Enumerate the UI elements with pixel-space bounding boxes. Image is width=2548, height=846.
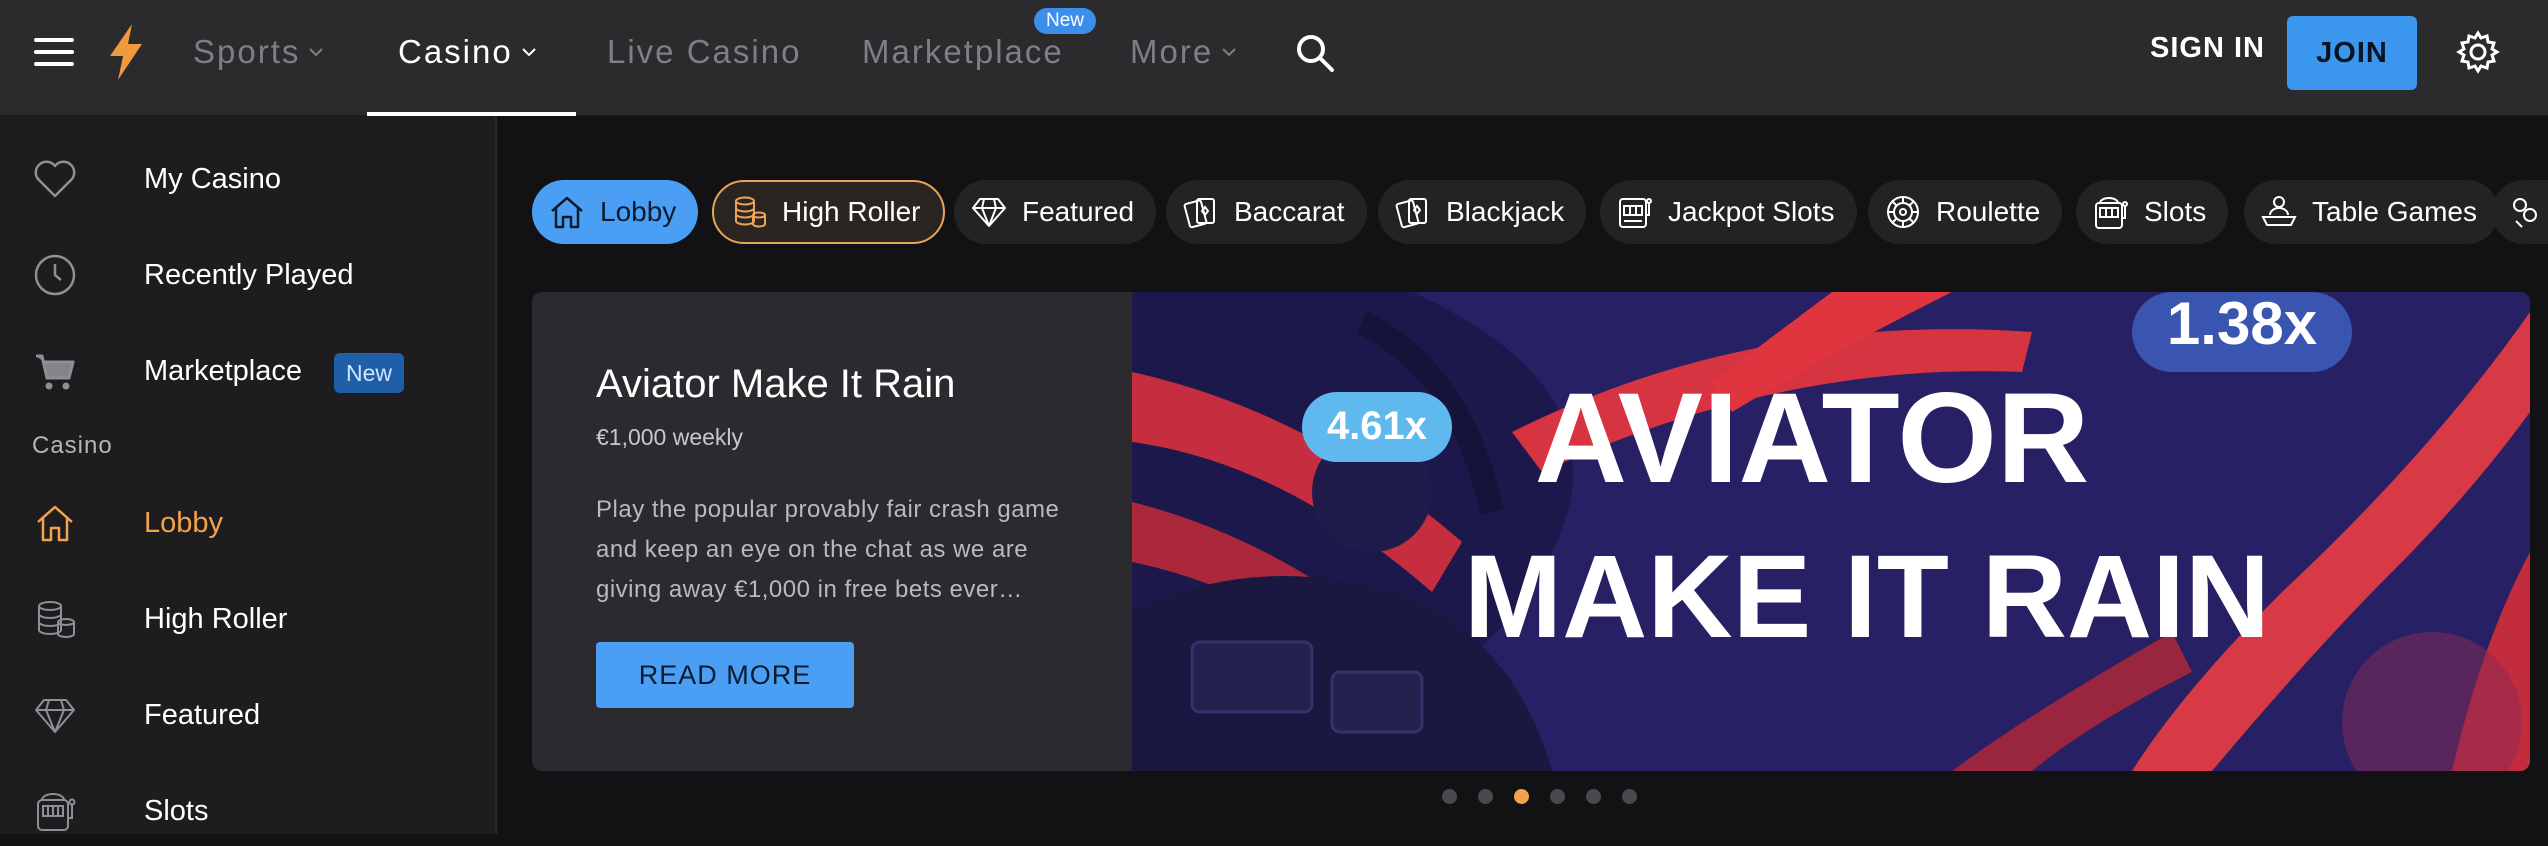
carousel-dot[interactable] [1478,789,1493,804]
category-pill-label: Slots [2144,196,2207,227]
sidebar-item-lobby[interactable]: Lobby [0,488,495,558]
carousel-dot[interactable] [1622,789,1637,804]
sidebar-item-featured[interactable]: Featured [0,680,495,750]
carousel-dot-active[interactable] [1514,789,1529,804]
multiplier-b-text: 1.38x [2167,292,2317,357]
category-pill-label: Featured [1022,196,1135,227]
category-pill-roulette[interactable]: Roulette [1868,180,2063,244]
sidebar-item-label: Recently Played [144,258,354,291]
nav-casino[interactable]: Casino [398,28,537,76]
diamond-icon [35,699,75,733]
top-bar: Sports Casino Live Casino Marketplace Ne… [0,0,2548,116]
category-pill-featured[interactable]: Featured [954,180,1157,244]
category-pill-label: Roulette [1936,196,2041,227]
nav-live-casino-label: Live Casino [607,33,802,70]
promo-description: Play the popular provably fair crash gam… [596,496,1060,603]
new-badge: New [334,353,405,393]
carousel-dots [1442,789,1637,804]
nav-sports[interactable]: Sports [193,28,324,76]
category-pill-lobby[interactable]: Lobby [532,180,699,244]
nav-more[interactable]: More [1130,28,1237,76]
cards-icon [1183,198,1215,229]
category-pill-more[interactable] [2492,180,2548,244]
sidebar-item-label: Lobby [144,506,224,539]
aviator-banner-art: 4.61x 1.38x AVIATOR MAKE IT RAIN [1132,292,2530,771]
sidebar-item-label: Marketplace [144,354,302,387]
category-pill-label: Blackjack [1446,196,1565,227]
lightning-logo-icon[interactable] [106,24,146,80]
promo-card[interactable]: Aviator Make It Rain €1,000 weekly Play … [532,292,2530,771]
home-icon [37,505,73,542]
category-pill-slots[interactable]: Slots [2076,180,2229,244]
category-pill-label: High Roller [782,196,921,227]
roulette-icon [1887,196,1919,228]
sidebar-item-marketplace[interactable]: Marketplace [0,336,495,406]
carousel-dot[interactable] [1586,789,1601,804]
sidebar-item-slots[interactable]: Slots [0,776,495,846]
nav-marketplace-label: Marketplace [862,33,1064,70]
join-button[interactable]: JOIN [2287,16,2417,90]
multiplier-a-text: 4.61x [1327,404,1427,448]
coins-icon [38,601,75,638]
category-pill-label: Jackpot Slots [1668,196,1835,227]
home-icon [551,196,583,229]
cart-icon [36,354,75,390]
search-icon[interactable] [1294,32,1336,74]
menu-icon[interactable] [34,36,74,68]
sidebar-item-label: Featured [144,698,261,731]
chevron-down-icon [1222,48,1236,57]
category-pill-label: Lobby [600,196,677,227]
sidebar-item-label: My Casino [144,162,281,195]
sidebar-section-casino: Casino [32,432,113,459]
banner-headline-line1: AVIATOR [1535,367,2090,510]
clock-icon [34,254,76,296]
sidebar-item-high-roller[interactable]: High Roller [0,584,495,654]
read-more-button[interactable]: READ MORE [596,642,854,708]
chevron-down-icon [309,48,324,57]
nav-live-casino[interactable]: Live Casino [607,28,801,76]
nav-sports-label: Sports [193,33,301,70]
heart-icon [34,160,76,198]
category-pill-high-roller[interactable]: High Roller [712,180,945,244]
carousel-dot[interactable] [1550,789,1565,804]
sidebar-item-recently-played[interactable]: Recently Played [0,240,495,310]
nav-casino-label: Casino [398,33,513,70]
promo-title: Aviator Make It Rain [596,362,956,406]
sign-in-button[interactable]: SIGN IN [2150,32,2265,65]
coins-icon [735,196,766,228]
nav-more-label: More [1130,33,1214,70]
slot-machine-icon [37,793,76,831]
promo-subtitle: €1,000 weekly [596,424,744,450]
more-category-icon [2513,198,2537,228]
sidebar: My Casino Recently Played Marketplace Ne… [0,116,497,834]
diamond-icon [972,198,1006,227]
cards-icon [1395,198,1427,229]
new-badge: New [1034,8,1097,34]
category-pill-label: Table Games [2312,196,2477,227]
category-pill-baccarat[interactable]: Baccarat [1166,180,1367,244]
promo-text-panel: Aviator Make It Rain €1,000 weekly Play … [532,292,1132,771]
category-pill-jackpot-slots[interactable]: Jackpot Slots [1600,180,1857,244]
gear-icon[interactable] [2456,30,2500,74]
category-pill-blackjack[interactable]: Blackjack [1378,180,1587,244]
jackpot-icon [1619,198,1652,228]
slot-machine-icon [2095,197,2128,229]
sidebar-item-label: High Roller [144,602,288,635]
category-pill-label: Baccarat [1234,196,1345,227]
sidebar-item-my-casino[interactable]: My Casino [0,144,495,214]
sidebar-item-label: Slots [144,794,209,827]
banner-headline-line2: MAKE IT RAIN [1464,531,2270,663]
category-pill-table-games[interactable]: Table Games [2244,180,2499,244]
chevron-down-icon [522,48,536,57]
dealer-icon [2261,196,2297,226]
promo-banner-image[interactable]: 4.61x 1.38x AVIATOR MAKE IT RAIN [1132,292,2530,771]
carousel-dot[interactable] [1442,789,1457,804]
nav-marketplace[interactable]: Marketplace [862,28,1064,76]
